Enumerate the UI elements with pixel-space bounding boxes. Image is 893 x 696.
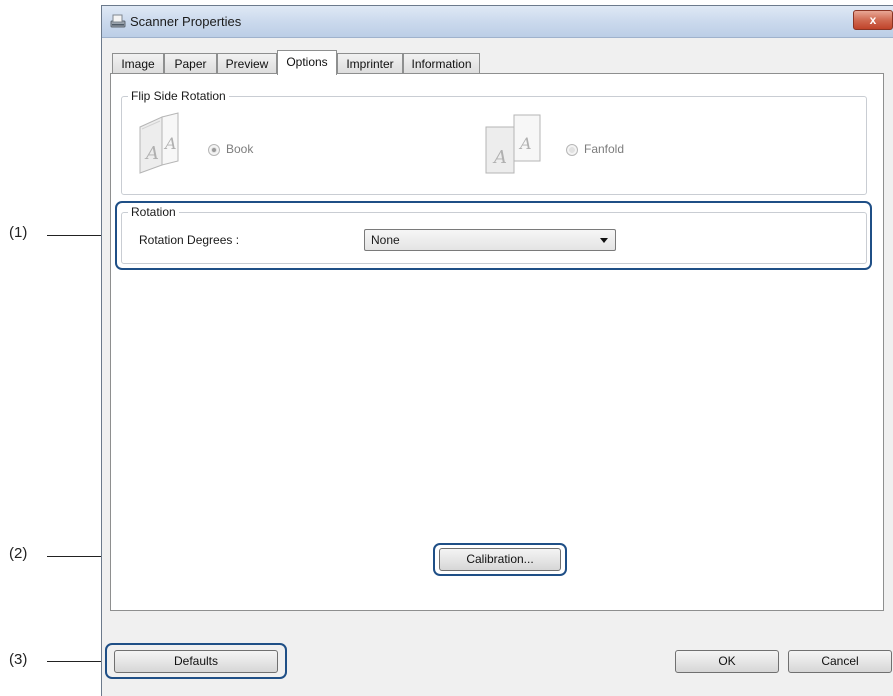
tab-imprinter[interactable]: Imprinter: [337, 53, 403, 74]
rotation-group: Rotation Rotation Degrees : None: [121, 205, 867, 264]
chevron-down-icon: [600, 238, 608, 243]
ok-button[interactable]: OK: [675, 650, 779, 673]
rotation-title: Rotation: [128, 205, 179, 219]
callout-3-label: (3): [9, 651, 28, 668]
fanfold-layout-icon: A A: [485, 114, 541, 174]
tab-image[interactable]: Image: [112, 53, 164, 74]
svg-text:A: A: [144, 143, 159, 164]
tab-information[interactable]: Information: [403, 53, 480, 74]
calibration-button[interactable]: Calibration...: [439, 548, 561, 571]
flip-side-rotation-group: Flip Side Rotation A A Book A A Fanfold: [121, 89, 867, 195]
fanfold-label: Fanfold: [584, 142, 625, 156]
options-tab-panel: Flip Side Rotation A A Book A A Fanfold: [110, 73, 884, 611]
callout-1-label: (1): [9, 224, 28, 241]
tab-options[interactable]: Options: [277, 50, 337, 75]
rotation-degrees-label: Rotation Degrees :: [139, 233, 240, 247]
svg-text:A: A: [492, 147, 507, 168]
book-radio[interactable]: [208, 144, 220, 156]
scanner-icon: [110, 14, 126, 28]
window-title: Scanner Properties: [130, 14, 242, 29]
close-icon: x: [869, 13, 877, 27]
rotation-degrees-select[interactable]: None: [364, 229, 616, 251]
book-layout-icon: A A: [139, 112, 179, 174]
scanner-properties-window: Scanner Properties x Image Paper Preview…: [101, 5, 893, 696]
close-button[interactable]: x: [853, 10, 893, 30]
tab-preview[interactable]: Preview: [217, 53, 277, 74]
rotation-degrees-value: None: [371, 233, 400, 247]
title-bar[interactable]: Scanner Properties x: [102, 6, 893, 38]
callout-2-label: (2): [9, 545, 28, 562]
svg-text:A: A: [518, 134, 532, 153]
defaults-button[interactable]: Defaults: [114, 650, 278, 673]
fanfold-radio[interactable]: [566, 144, 578, 156]
svg-text:A: A: [163, 134, 177, 153]
callout-3-line: [47, 661, 104, 662]
book-label: Book: [226, 142, 254, 156]
flip-side-rotation-title: Flip Side Rotation: [128, 89, 229, 103]
tab-paper[interactable]: Paper: [164, 53, 217, 74]
cancel-button[interactable]: Cancel: [788, 650, 892, 673]
